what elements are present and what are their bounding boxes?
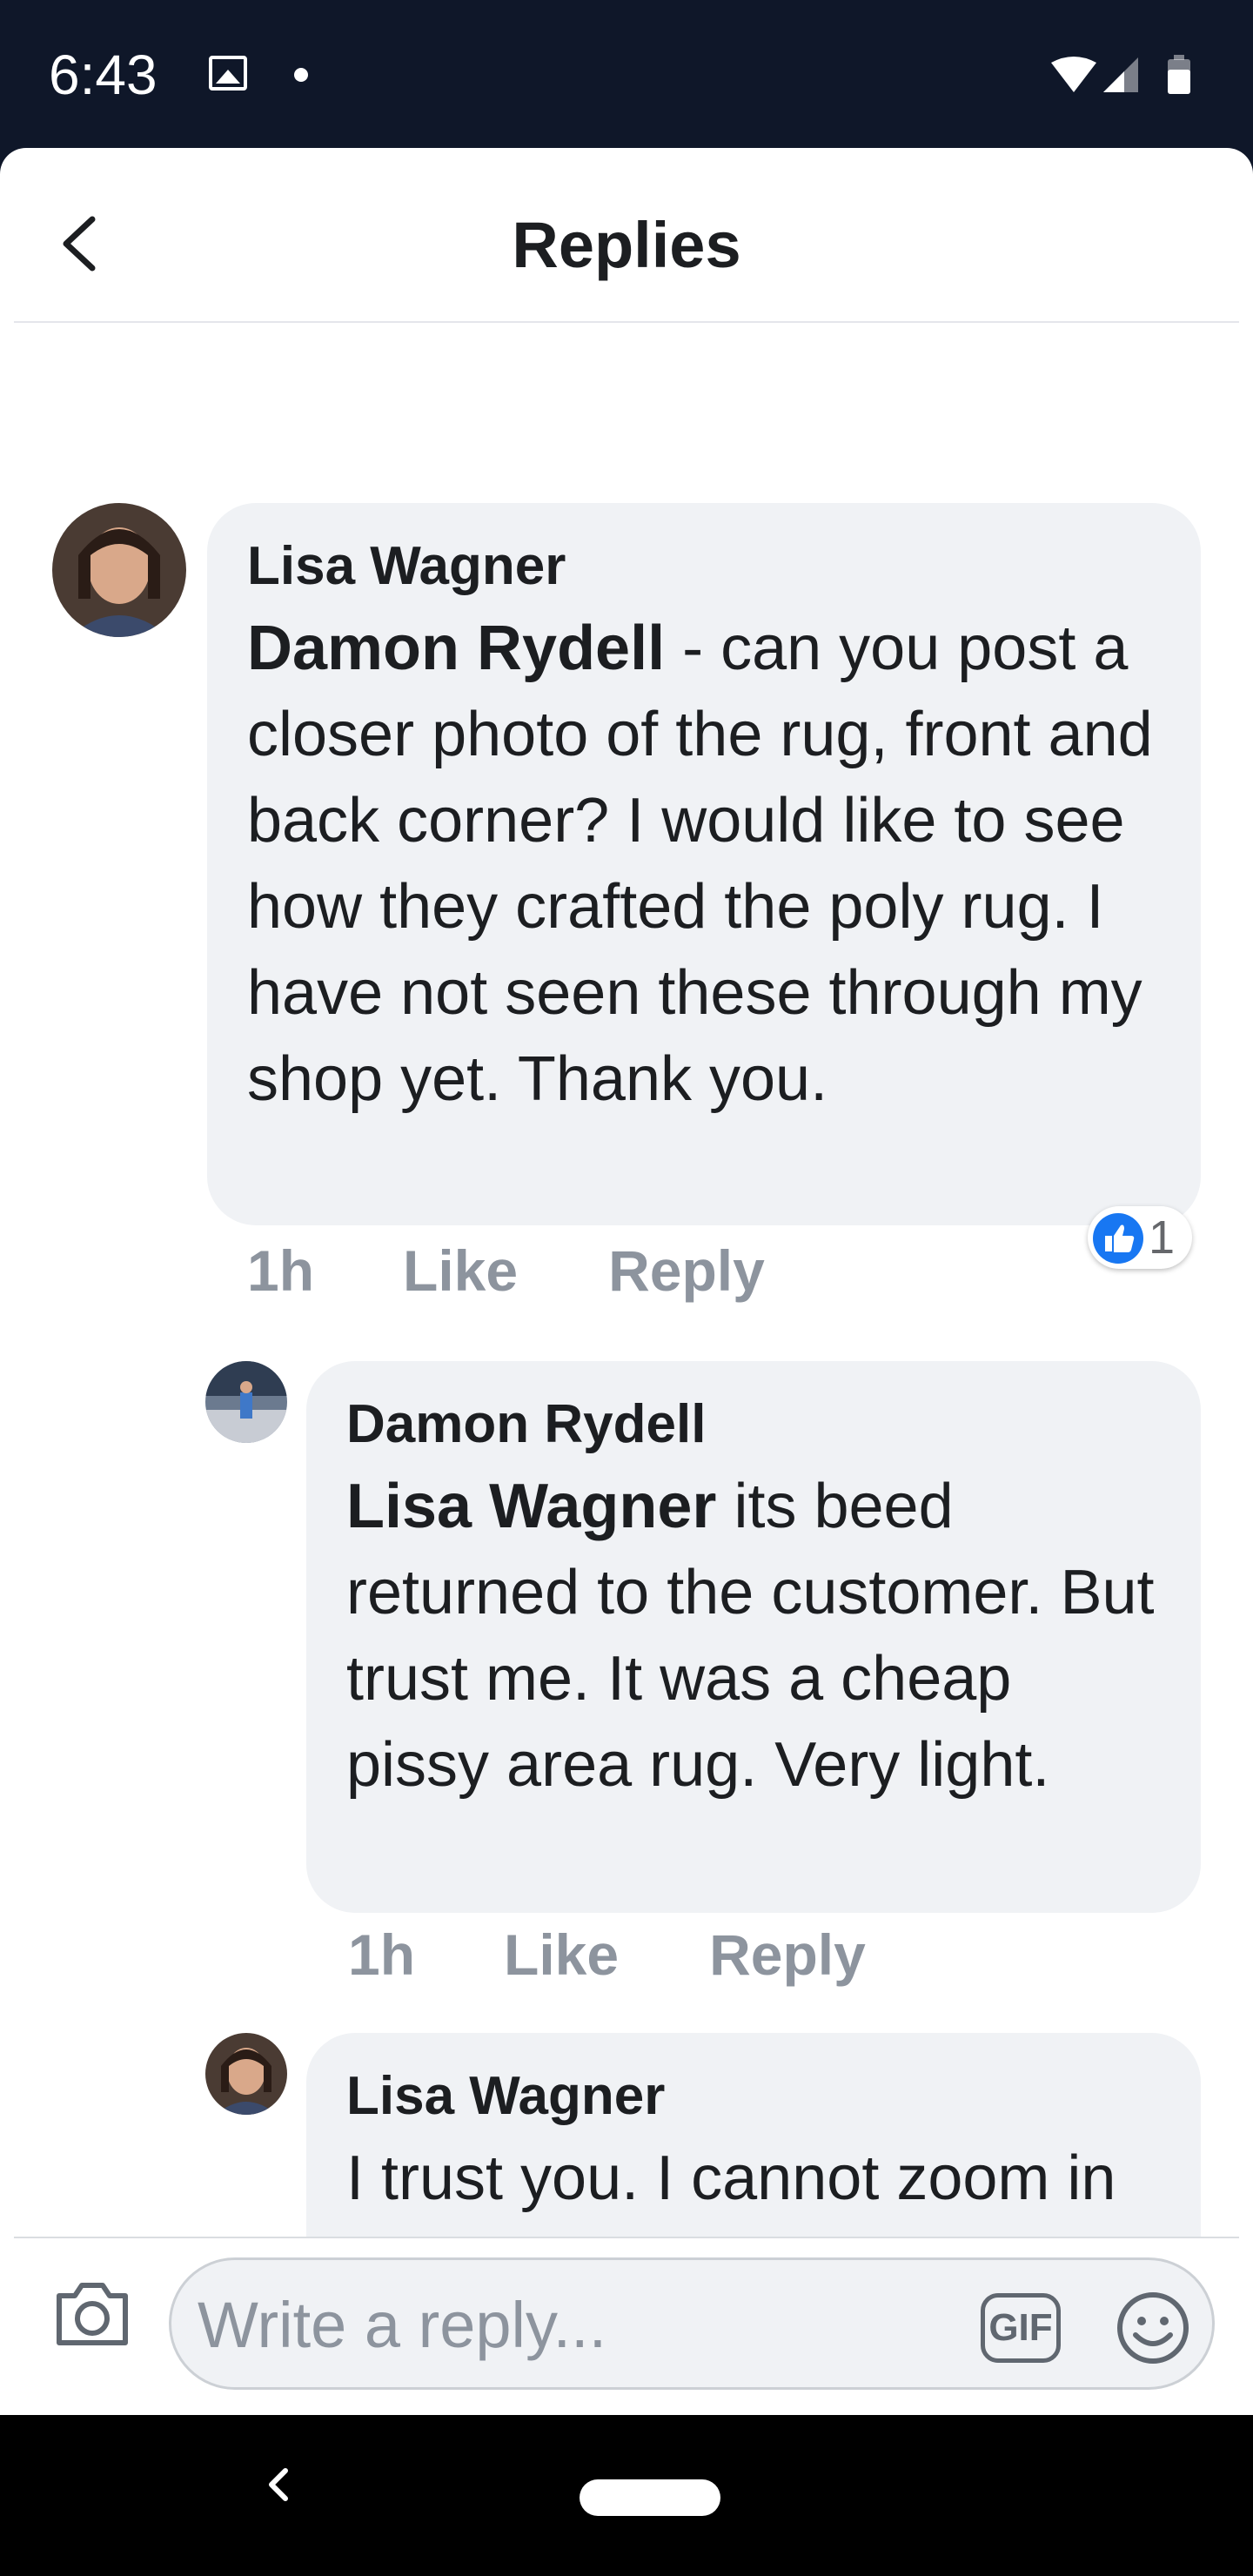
avatar[interactable]	[205, 1361, 287, 1443]
reply-composer: GIF	[0, 2237, 1253, 2415]
image-notification-icon	[209, 56, 247, 91]
notification-dot-icon	[294, 68, 308, 82]
reply-button[interactable]: Reply	[608, 1236, 765, 1305]
comment-author[interactable]: Damon Rydell	[346, 1385, 1161, 1464]
comment-actions: 1h Like Reply	[348, 1920, 866, 1989]
avatar[interactable]	[52, 503, 186, 637]
status-bar: 6:43	[0, 0, 1253, 148]
status-icons	[1051, 55, 1190, 94]
camera-icon[interactable]	[52, 2278, 132, 2350]
comment-timestamp: 1h	[348, 1922, 416, 1987]
reply-input-container[interactable]: GIF	[169, 2257, 1215, 2390]
comment-bubble[interactable]: Damon Rydell Lisa Wagner its beed return…	[306, 1361, 1201, 1913]
page-title: Replies	[512, 209, 741, 281]
thumbs-up-icon	[1093, 1213, 1143, 1264]
reply-button[interactable]: Reply	[709, 1920, 866, 1989]
avatar[interactable]	[205, 2033, 287, 2115]
system-nav-bar	[0, 2415, 1253, 2576]
like-button[interactable]: Like	[403, 1236, 518, 1305]
smiley-icon[interactable]	[1115, 2290, 1191, 2366]
comment-text: Damon Rydell - can you post a closer pho…	[247, 606, 1161, 1123]
mention-link[interactable]: Damon Rydell	[247, 614, 665, 683]
comment-author[interactable]: Lisa Wagner	[247, 527, 1161, 606]
wifi-icon	[1051, 57, 1096, 92]
reaction-count: 1	[1149, 1211, 1176, 1264]
gif-button[interactable]: GIF	[981, 2293, 1061, 2363]
comment-author[interactable]: Lisa Wagner	[346, 2057, 1161, 2136]
status-time: 6:43	[49, 44, 157, 106]
comment-timestamp: 1h	[247, 1238, 315, 1303]
header: Replies	[0, 148, 1253, 323]
reaction-summary[interactable]: 1	[1088, 1206, 1192, 1269]
comment-actions: 1h Like Reply	[247, 1236, 765, 1305]
comment-text: Lisa Wagner its beed returned to the cus…	[346, 1464, 1161, 1808]
mention-link[interactable]: Lisa Wagner	[346, 1472, 716, 1541]
home-button[interactable]	[580, 2479, 720, 2516]
comment-body: - can you post a closer photo of the rug…	[247, 614, 1153, 1114]
divider	[14, 2237, 1239, 2238]
like-button[interactable]: Like	[504, 1920, 619, 1989]
nav-back-icon[interactable]	[252, 2459, 305, 2511]
comment-thread[interactable]: Lisa Wagner Damon Rydell - can you post …	[0, 322, 1253, 2385]
reply-input[interactable]	[196, 2284, 895, 2365]
comment-bubble[interactable]: Lisa Wagner Damon Rydell - can you post …	[207, 503, 1201, 1225]
replies-sheet: Replies Lisa Wagner Damon Rydell - can y…	[0, 148, 1253, 2415]
